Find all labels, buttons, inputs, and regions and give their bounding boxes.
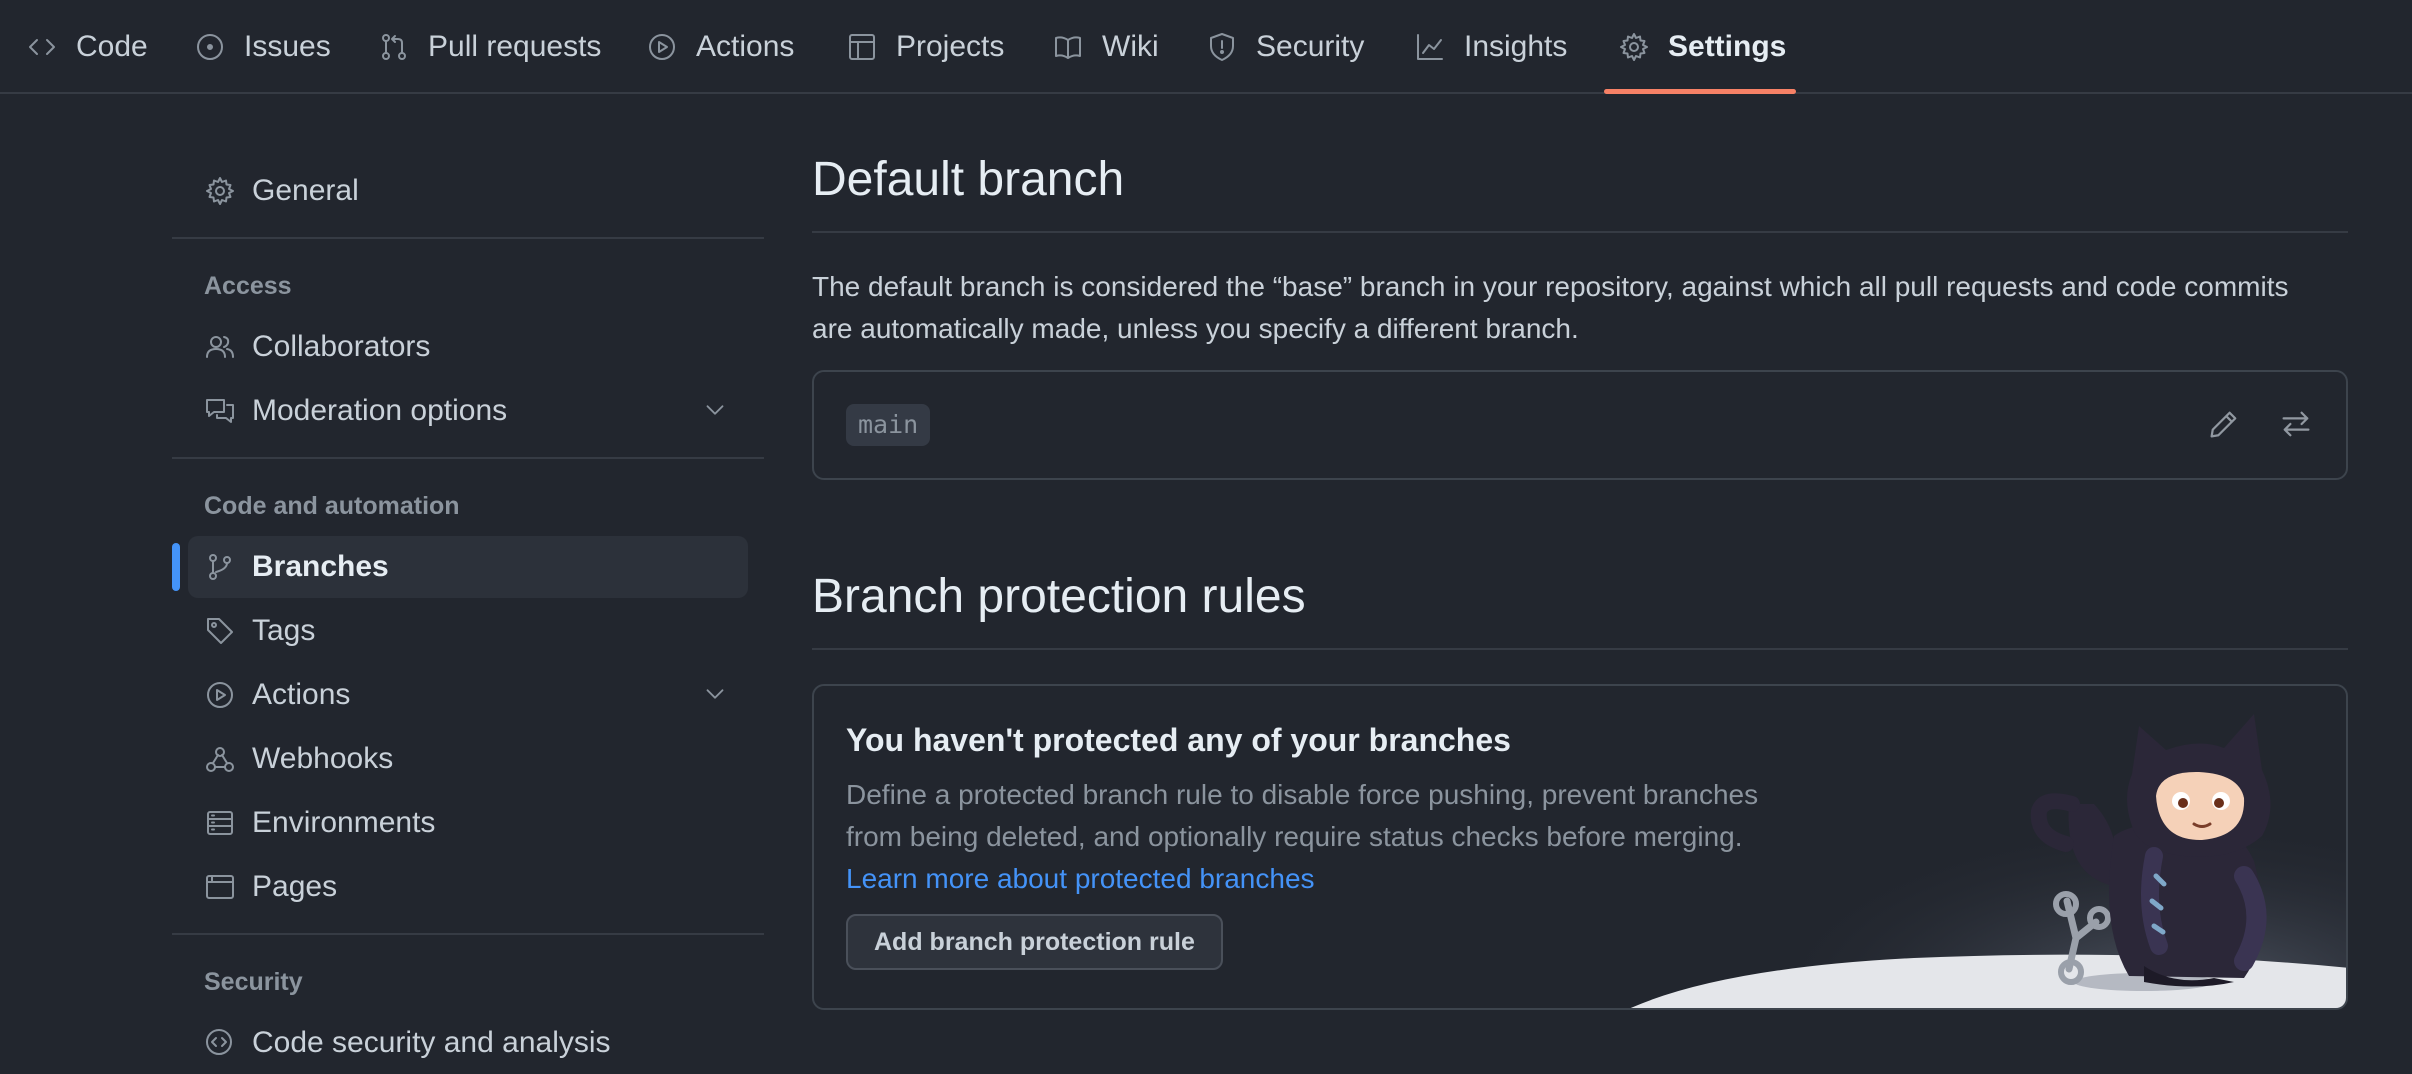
sidebar-item-label: Environments [252, 806, 436, 839]
sidebar-item-label: Actions [252, 678, 351, 711]
play-icon [649, 34, 675, 60]
active-indicator [172, 543, 180, 591]
divider [172, 933, 764, 935]
server-icon [207, 811, 233, 835]
tab-label: Projects [896, 30, 1005, 63]
sidebar-item-label: Moderation options [252, 394, 508, 427]
active-tab-underline [1604, 89, 1796, 94]
rename-branch-button[interactable] [2206, 406, 2246, 446]
section-heading-code-automation: Code and automation [204, 492, 460, 520]
octocat-illustration [1574, 686, 2346, 1008]
tab-label: Actions [696, 30, 795, 63]
codescan-icon [206, 1029, 232, 1055]
gear-icon [1620, 33, 1648, 61]
chevron-down-icon [706, 405, 724, 415]
tab-insights[interactable]: Insights [1414, 0, 1567, 94]
sidebar-item-label: Collaborators [252, 330, 431, 363]
tab-code[interactable]: Code [26, 0, 148, 94]
sidebar-item-label: Branches [252, 550, 389, 583]
people-icon [206, 336, 234, 358]
code-icon [29, 39, 55, 55]
divider [172, 457, 764, 459]
sidebar-item-environments[interactable]: Environments [172, 792, 748, 854]
tab-pull-requests[interactable]: Pull requests [378, 0, 601, 94]
book-icon [1055, 36, 1081, 59]
graph-icon [1417, 34, 1443, 60]
sidebar-item-webhooks[interactable]: Webhooks [172, 728, 748, 790]
tab-label: Issues [244, 30, 331, 63]
tab-label: Code [76, 30, 148, 63]
sidebar-item-moderation-options[interactable]: Moderation options [172, 380, 748, 442]
play-icon [207, 682, 233, 708]
gear-icon [206, 177, 234, 205]
tag-icon [207, 618, 233, 644]
tab-label: Settings [1668, 30, 1787, 63]
sidebar-item-label: Code security and analysis [252, 1026, 611, 1059]
tab-label: Security [1256, 30, 1365, 63]
sidebar-item-label: Pages [252, 870, 338, 903]
sidebar-item-collaborators[interactable]: Collaborators [172, 316, 748, 378]
comment-discussion-icon [206, 399, 234, 423]
tab-actions[interactable]: Actions [646, 0, 794, 94]
tab-settings[interactable]: Settings [1618, 0, 1786, 94]
divider [812, 231, 2348, 233]
chevron-down-icon [706, 689, 724, 699]
sidebar-item-code-security[interactable]: Code security and analysis [172, 1012, 748, 1074]
shield-icon [1210, 33, 1234, 61]
default-branch-description: The default branch is considered the “ba… [812, 271, 2289, 344]
browser-icon [206, 875, 234, 899]
branch-protection-heading: Branch protection rules [812, 570, 1306, 623]
sidebar-item-label: Tags [252, 614, 316, 647]
tab-wiki[interactable]: Wiki [1052, 0, 1159, 94]
pull-request-icon [382, 34, 406, 60]
issue-circle-icon [197, 34, 223, 60]
tab-label: Pull requests [428, 30, 602, 63]
tab-label: Wiki [1102, 30, 1159, 63]
tab-security[interactable]: Security [1206, 0, 1364, 94]
pencil-icon [2210, 411, 2237, 438]
repo-nav: Code Issues Pull requests Actions Projec… [0, 0, 2412, 94]
divider [812, 648, 2348, 650]
table-icon [849, 34, 875, 60]
sidebar-item-tags[interactable]: Tags [172, 600, 748, 662]
default-branch-heading: Default branch [812, 153, 1125, 206]
sidebar-item-label: General [252, 174, 359, 207]
branch-name: main [846, 404, 931, 446]
sidebar-item-pages[interactable]: Pages [172, 856, 748, 918]
divider [172, 237, 764, 239]
section-heading-security: Security [204, 968, 303, 996]
switch-branch-button[interactable] [2278, 406, 2318, 446]
tab-label: Insights [1464, 30, 1568, 63]
default-branch-box: main [812, 370, 2348, 480]
tab-issues[interactable]: Issues [194, 0, 331, 94]
webhook-icon [206, 747, 234, 772]
sidebar-item-branches[interactable]: Branches [188, 536, 748, 598]
sidebar-item-general[interactable]: General [172, 160, 748, 222]
section-heading-access: Access [204, 272, 292, 300]
sidebar-item-actions[interactable]: Actions [172, 664, 748, 726]
protection-empty-state: You haven't protected any of your branch… [812, 684, 2348, 1010]
tab-projects[interactable]: Projects [846, 0, 1004, 94]
sidebar-item-label: Webhooks [252, 742, 394, 775]
git-branch-icon [209, 554, 231, 580]
arrow-switch-icon [2282, 411, 2310, 437]
